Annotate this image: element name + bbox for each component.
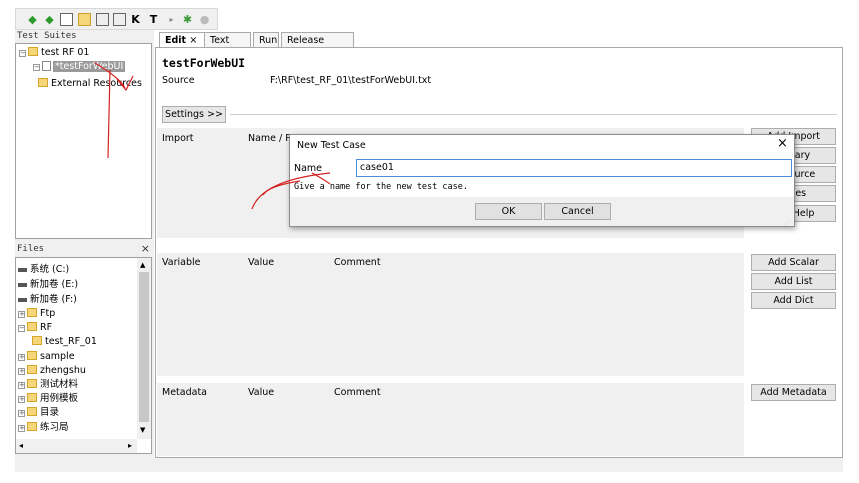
status-bar <box>15 458 843 472</box>
annotation-arrowhead <box>116 75 134 92</box>
annotation-stroke <box>107 69 111 159</box>
annotation-stroke <box>251 172 331 210</box>
red-annotations <box>94 62 331 210</box>
